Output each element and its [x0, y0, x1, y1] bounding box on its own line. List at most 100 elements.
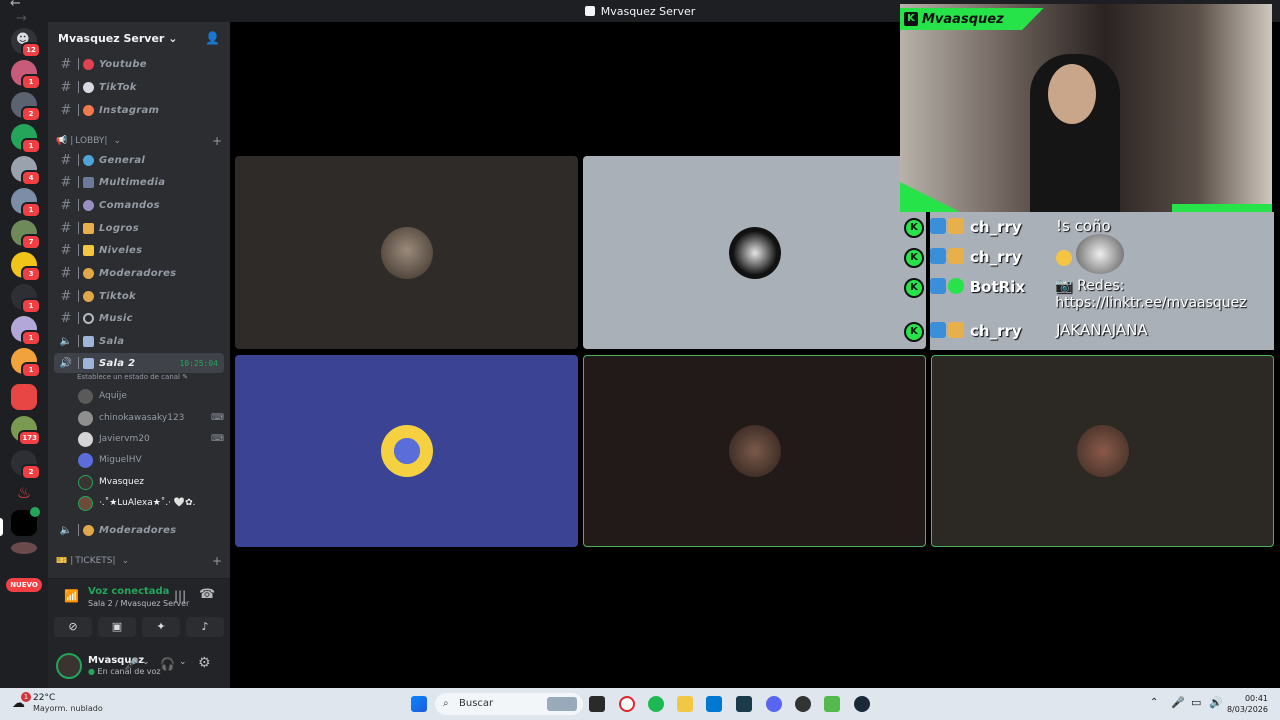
server-icon-10[interactable]: 1: [11, 348, 41, 378]
server-icon-2[interactable]: 2: [11, 92, 41, 122]
camera-off-button[interactable]: ⊘: [54, 617, 92, 637]
task-view-icon[interactable]: [589, 696, 605, 712]
server-icon-15[interactable]: [11, 542, 37, 554]
server-icon-6[interactable]: 7: [11, 220, 41, 250]
text-channel-icon: #: [60, 174, 72, 190]
voice-channel-sala[interactable]: 🔈 Sala: [54, 331, 224, 351]
channel-logros[interactable]: # Logros: [54, 218, 224, 238]
channel-comandos[interactable]: # Comandos: [54, 195, 224, 215]
opera-icon[interactable]: [619, 696, 635, 712]
server-icon-8[interactable]: 1: [11, 284, 41, 314]
channel-general[interactable]: # General: [54, 150, 224, 170]
server-icon-7[interactable]: 3: [11, 252, 41, 282]
channel-youtube[interactable]: # Youtube: [54, 54, 224, 74]
app-icon[interactable]: [736, 696, 752, 712]
chevron-down-icon[interactable]: ⌄: [142, 657, 150, 667]
server-rail: ☻ 12 1 2 1 4 1 7 3 1 1 1 173 2 ♨ NUEVO: [0, 22, 48, 688]
discord-icon[interactable]: [766, 696, 782, 712]
voice-user[interactable]: Aquije: [78, 386, 224, 406]
chevron-up-icon[interactable]: ⌃: [1150, 697, 1158, 708]
category-tickets[interactable]: 🎫 | TICKETS | ⌄ +: [56, 554, 222, 568]
voice-channel-sala-2[interactable]: 🔊 Sala 2 10:25:04: [54, 353, 224, 373]
noise-suppression-icon[interactable]: |||: [174, 589, 186, 603]
signal-icon[interactable]: 📶: [64, 589, 79, 603]
weather-temp[interactable]: 22°C: [33, 693, 55, 703]
headphones-icon[interactable]: 🎧: [160, 657, 175, 671]
server-icon-9[interactable]: 1: [11, 316, 41, 346]
console-icon: ⌨: [211, 413, 224, 423]
server-icon-14[interactable]: ♨: [11, 480, 37, 506]
invite-people-icon[interactable]: 👤: [205, 31, 220, 45]
weather-desc[interactable]: Mayorm. nublado: [33, 704, 103, 713]
speaker-icon: 🔈: [59, 335, 73, 347]
microphone-icon[interactable]: 🎤: [1171, 696, 1185, 709]
taskbar-search[interactable]: ⌕ Buscar: [435, 693, 583, 715]
channel-multimedia[interactable]: # Multimedia: [54, 172, 224, 192]
system-clock[interactable]: 00:41 8/03/2026: [1227, 693, 1268, 715]
app-icon[interactable]: [824, 696, 840, 712]
selected-server-indicator: [0, 518, 3, 536]
user-avatar[interactable]: [56, 653, 82, 679]
network-icon[interactable]: ▭: [1191, 696, 1201, 709]
voice-user[interactable]: chinokawasaky123 ⌨: [78, 408, 224, 428]
text-channel-icon: #: [60, 220, 72, 236]
voice-user[interactable]: MiguelHV: [78, 450, 224, 470]
server-icon-13[interactable]: 2: [11, 450, 41, 480]
server-header[interactable]: Mvasquez Server ⌄ 👤: [48, 22, 230, 54]
add-channel-icon[interactable]: +: [212, 134, 222, 148]
windows-start-icon[interactable]: [411, 696, 427, 712]
store-icon[interactable]: [706, 696, 722, 712]
participant-tile-speaking[interactable]: [931, 355, 1274, 547]
voice-user[interactable]: ·.˚★LuAlexa★˚.· 🤍✿.: [78, 493, 224, 513]
participant-tile-speaking[interactable]: [583, 355, 926, 547]
chat-message: K ch_rry !s coño: [900, 218, 1274, 238]
channel-music[interactable]: # Music: [54, 308, 224, 328]
server-icon-11[interactable]: [11, 384, 37, 410]
set-channel-status[interactable]: Establece un estado de canal ✎: [77, 373, 188, 381]
megaphone-icon: 📢: [56, 136, 68, 146]
soundboard-button[interactable]: ♪: [186, 617, 224, 637]
disconnect-icon[interactable]: ☎: [199, 587, 215, 602]
participant-tile[interactable]: [583, 156, 926, 349]
weather-alert-badge: 1: [21, 692, 31, 702]
file-explorer-icon[interactable]: [677, 696, 693, 712]
text-channel-icon: #: [60, 79, 72, 95]
add-channel-icon[interactable]: +: [212, 554, 222, 568]
server-icon-4[interactable]: 4: [11, 156, 41, 186]
microphone-icon[interactable]: 🎤: [124, 657, 139, 671]
channel-instagram[interactable]: # Instagram: [54, 100, 224, 120]
avatar: [380, 425, 433, 477]
server-icon-5[interactable]: 1: [11, 188, 41, 218]
direct-messages-button[interactable]: ☻ 12: [11, 28, 41, 58]
unread-badge: 4: [21, 170, 41, 186]
volume-icon[interactable]: 🔊: [1209, 696, 1223, 709]
chevron-down-icon[interactable]: ⌄: [179, 657, 187, 667]
text-channel-icon: #: [60, 56, 72, 72]
settings-gear-icon[interactable]: ⚙: [198, 655, 211, 671]
voice-user[interactable]: Javiervm20 ⌨: [78, 429, 224, 449]
participant-tile[interactable]: [235, 355, 578, 547]
face-shape: [1048, 64, 1096, 124]
spotify-icon[interactable]: [648, 696, 664, 712]
voice-user-self[interactable]: Mvasquez: [78, 472, 224, 492]
obs-icon[interactable]: [795, 696, 811, 712]
mvasquez-server-icon[interactable]: [11, 507, 40, 536]
participant-tile[interactable]: [235, 156, 578, 349]
server-icon-1[interactable]: 1: [11, 60, 41, 90]
category-lobby[interactable]: 📢 | LOBBY | ⌄ +: [56, 134, 222, 148]
channel-emoji-icon: [83, 199, 94, 211]
search-highlight-image: [547, 697, 577, 711]
channel-tiktok[interactable]: # TikTok: [54, 77, 224, 97]
channel-moderadores[interactable]: # Moderadores: [54, 263, 224, 283]
channel-niveles[interactable]: # Niveles: [54, 240, 224, 260]
channel-tiktok-2[interactable]: # Tiktok: [54, 286, 224, 306]
screen-share-button[interactable]: ▣: [98, 617, 136, 637]
activities-button[interactable]: ✦: [142, 617, 180, 637]
sticker-image: [1076, 234, 1124, 274]
server-icon-3[interactable]: 1: [11, 124, 41, 154]
steam-icon[interactable]: [854, 696, 870, 712]
voice-channel-moderadores[interactable]: 🔈 Moderadores: [54, 520, 224, 540]
voice-status[interactable]: Voz conectada: [88, 586, 169, 597]
server-icon-12[interactable]: 173: [11, 416, 41, 446]
unread-badge: 173: [18, 430, 41, 446]
